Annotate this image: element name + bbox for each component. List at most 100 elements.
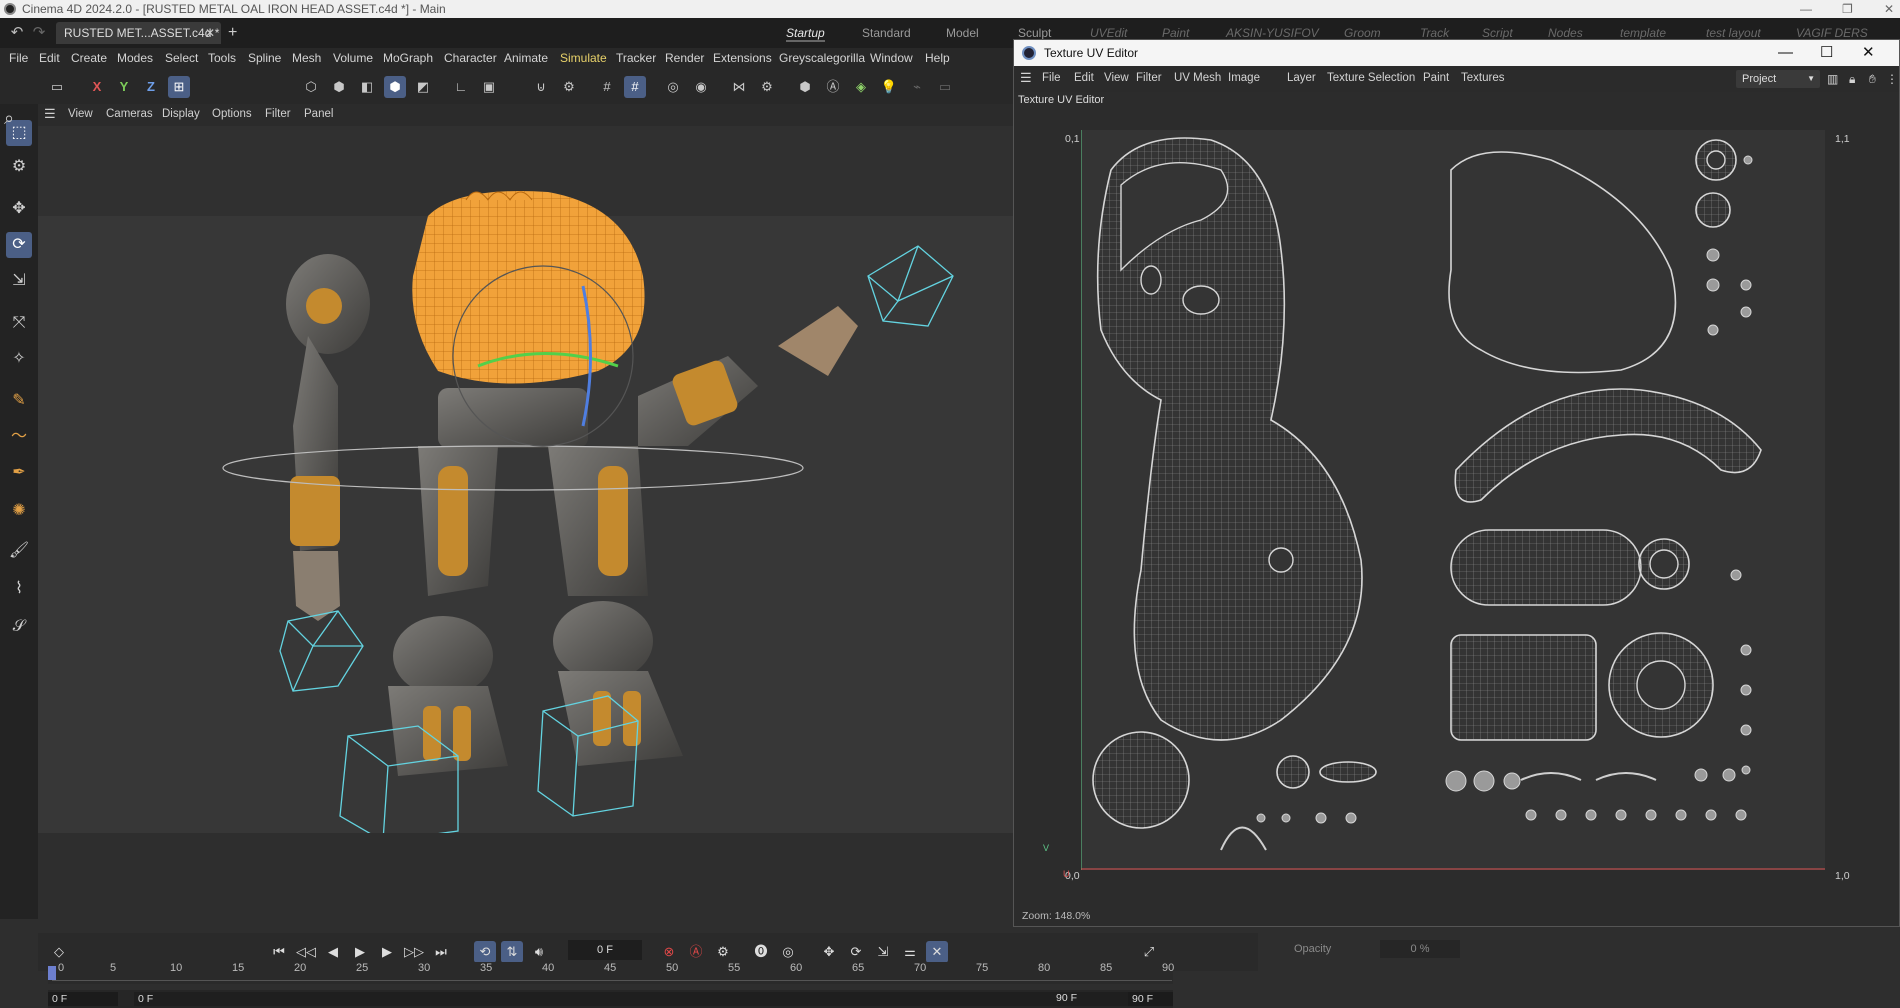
x-axis-lock-button[interactable]: X bbox=[86, 76, 108, 98]
layout-tab-script[interactable]: Script bbox=[1482, 26, 1513, 40]
brush-icon[interactable]: 🖌 bbox=[6, 538, 32, 564]
object-manager-icon[interactable]: ▭ bbox=[46, 76, 68, 98]
uv-island-dot-2[interactable] bbox=[1706, 248, 1720, 262]
polygons-mode-icon[interactable]: ◧ bbox=[356, 76, 378, 98]
layout-tab-aksin[interactable]: AKSIN-YUSIFOV bbox=[1226, 26, 1319, 40]
uv-menu-file[interactable]: File bbox=[1042, 72, 1061, 84]
uv-island-dot-22[interactable] bbox=[1281, 813, 1291, 823]
uv-menu-edit[interactable]: Edit bbox=[1074, 72, 1094, 84]
close-icon[interactable]: ✕ bbox=[1862, 40, 1875, 66]
uv-island-dot-13[interactable] bbox=[1525, 809, 1537, 821]
uv-island-dot-16[interactable] bbox=[1615, 809, 1627, 821]
uv-island-disc[interactable] bbox=[1092, 731, 1190, 829]
scale-key-icon[interactable]: ⇲ bbox=[872, 941, 894, 963]
menu-modes[interactable]: Modes bbox=[117, 51, 153, 65]
symmetry-icon[interactable]: ⋈ bbox=[728, 76, 750, 98]
menu-select[interactable]: Select bbox=[165, 51, 198, 65]
keyframe-icon[interactable]: ◇ bbox=[48, 941, 70, 963]
spline-tool-icon[interactable]: ✎ bbox=[6, 388, 32, 414]
right-hand-cage[interactable] bbox=[867, 245, 954, 327]
hamburger-icon[interactable]: ☰ bbox=[44, 106, 56, 122]
rotation-key-icon[interactable]: ⟳ bbox=[845, 941, 867, 963]
uv-island-dot-1[interactable] bbox=[1743, 155, 1753, 165]
range-start-field[interactable]: 0 F bbox=[48, 992, 118, 1006]
timeline-ruler[interactable]: 0 5 10 15 20 25 30 35 40 45 50 55 60 65 … bbox=[48, 962, 1174, 984]
uv-island-dot-28[interactable] bbox=[1741, 765, 1751, 775]
menu-greyscalegorilla[interactable]: Greyscalegorilla bbox=[779, 51, 865, 65]
go-to-end-icon[interactable]: ⏭ bbox=[430, 941, 452, 963]
model-mode-icon[interactable]: ⬢ bbox=[384, 76, 406, 98]
twist-icon[interactable]: 𝒮 bbox=[6, 614, 32, 640]
document-tab[interactable]: RUSTED MET...ASSET.c4d * ✕ bbox=[56, 22, 221, 44]
pen-icon[interactable]: ✒ bbox=[6, 460, 32, 486]
layout-tab-nodes[interactable]: Nodes bbox=[1548, 26, 1583, 40]
uv-island-lens[interactable] bbox=[1319, 761, 1377, 783]
menu-extensions[interactable]: Extensions bbox=[713, 51, 772, 65]
hamburger-icon[interactable]: ☰ bbox=[1020, 70, 1032, 86]
uv-island-strip-1[interactable] bbox=[1520, 772, 1582, 781]
layout-tab-paint[interactable]: Paint bbox=[1162, 26, 1189, 40]
menu-animate[interactable]: Animate bbox=[504, 51, 548, 65]
perspective-viewport[interactable] bbox=[38, 126, 1015, 833]
snap-settings-icon[interactable]: ⚙ bbox=[558, 76, 580, 98]
move-icon[interactable]: ✥ bbox=[6, 196, 32, 222]
uv-island-dot-18[interactable] bbox=[1675, 809, 1687, 821]
uv-island-dot-14[interactable] bbox=[1555, 809, 1567, 821]
magnet-icon[interactable]: ⊍ bbox=[530, 76, 552, 98]
menu-simulate[interactable]: Simulate bbox=[560, 51, 607, 65]
menu-file[interactable]: File bbox=[9, 51, 28, 65]
more-icon[interactable]: ⋮ bbox=[1886, 72, 1898, 86]
uv-island-dot-12[interactable] bbox=[1722, 768, 1736, 782]
menu-mograph[interactable]: MoGraph bbox=[383, 51, 433, 65]
maximize-icon[interactable]: ☐ bbox=[1820, 40, 1833, 66]
uv-island-dot-4[interactable] bbox=[1707, 324, 1719, 336]
key-settings-icon[interactable]: ⚙ bbox=[712, 941, 734, 963]
uv-island-dot-20[interactable] bbox=[1735, 809, 1747, 821]
edges-mode-icon[interactable]: ⬢ bbox=[328, 76, 350, 98]
layout-tab-groom[interactable]: Groom bbox=[1344, 26, 1381, 40]
uv-island-small-ring-2[interactable] bbox=[1695, 192, 1731, 228]
coordinate-system-icon[interactable]: ⊞ bbox=[168, 76, 190, 98]
redo-icon[interactable]: ↷ bbox=[30, 24, 48, 42]
sketch-icon[interactable]: 〜 bbox=[6, 424, 32, 450]
smooth-icon[interactable]: ✺ bbox=[6, 498, 32, 524]
uv-island-fan[interactable] bbox=[1276, 755, 1310, 789]
rotate-icon[interactable]: ⟳ bbox=[6, 232, 32, 258]
keyframe-selection-icon[interactable]: ⓿ bbox=[750, 941, 772, 963]
camera-icon[interactable]: ⌁ bbox=[906, 76, 928, 98]
uv-menu-image[interactable]: Image bbox=[1228, 72, 1260, 84]
uv-island-dot-5[interactable] bbox=[1740, 279, 1752, 291]
left-hand-cage[interactable] bbox=[279, 610, 364, 692]
restore-icon[interactable]: ❐ bbox=[1842, 0, 1853, 18]
uv-menu-view[interactable]: View bbox=[1104, 72, 1129, 84]
layout-tab-vagif[interactable]: VAGIF DERS bbox=[1796, 26, 1868, 40]
pla-key-icon[interactable]: ✕ bbox=[926, 941, 948, 963]
uv-island-arc-small[interactable] bbox=[1220, 826, 1267, 851]
menu-spline[interactable]: Spline bbox=[248, 51, 281, 65]
uv-island-oval[interactable] bbox=[1450, 529, 1642, 606]
uv-menu-paint[interactable]: Paint bbox=[1423, 72, 1449, 84]
tweak-icon[interactable]: ✧ bbox=[6, 346, 32, 372]
transform-icon[interactable]: ⤧ bbox=[6, 310, 32, 336]
next-key-icon[interactable]: ▷▷ bbox=[403, 941, 425, 963]
play-mode-icon[interactable]: ⇅ bbox=[501, 941, 523, 963]
lock-icon[interactable]: 🔒︎ bbox=[1849, 72, 1855, 87]
uv-island-dot-25[interactable] bbox=[1740, 644, 1752, 656]
next-frame-icon[interactable]: ▶ bbox=[376, 941, 398, 963]
zoom-search-icon[interactable]: ⌕ bbox=[4, 108, 14, 129]
grid-snap-icon[interactable]: # bbox=[596, 76, 618, 98]
scale-icon[interactable]: ⇲ bbox=[6, 268, 32, 294]
close-icon[interactable]: ✕ bbox=[1884, 0, 1894, 18]
project-dropdown[interactable]: Project ▼ bbox=[1736, 70, 1820, 88]
uv-island-dot-10[interactable] bbox=[1503, 772, 1521, 790]
position-key-icon[interactable]: ✥ bbox=[818, 941, 840, 963]
uv-island-dot-15[interactable] bbox=[1585, 809, 1597, 821]
histogram-icon[interactable]: ▥ bbox=[1827, 72, 1838, 86]
axis-mode-icon[interactable]: ∟ bbox=[450, 76, 472, 98]
menu-window[interactable]: Window bbox=[870, 51, 913, 65]
uv-island-dot-3[interactable] bbox=[1706, 278, 1720, 292]
uv-island-dot-17[interactable] bbox=[1645, 809, 1657, 821]
viewport-menu-view[interactable]: View bbox=[68, 108, 93, 120]
menu-tracker[interactable]: Tracker bbox=[616, 51, 656, 65]
uv-island-dot-27[interactable] bbox=[1740, 724, 1752, 736]
